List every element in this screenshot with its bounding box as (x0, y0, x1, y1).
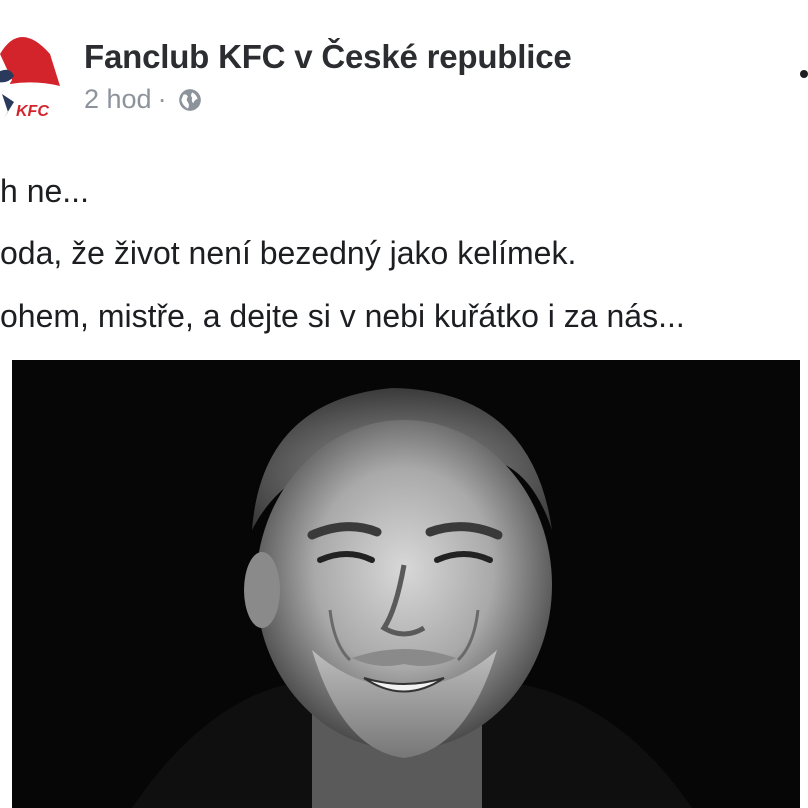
separator-dot: · (157, 84, 167, 114)
portrait-image (12, 360, 800, 808)
kfc-logo-icon: KFC (0, 37, 60, 120)
page-name-link[interactable]: Fanclub KFC v České republice (84, 38, 572, 76)
post-header: Fanclub KFC v České republice 2 hod · (84, 38, 572, 115)
post-meta: 2 hod · (84, 84, 572, 115)
post-time[interactable]: 2 hod (84, 84, 152, 115)
post-photo[interactable] (12, 360, 800, 808)
post-line-2: oda, že život není bezedný jako kelímek. (0, 235, 577, 272)
globe-icon (178, 88, 201, 111)
post-message: h ne... oda, že život není bezedný jako … (0, 160, 808, 347)
post-line-3: ohem, mistře, a dejte si v nebi kuřátko … (0, 297, 685, 334)
post-line-1: h ne... (0, 173, 89, 209)
avatar[interactable]: KFC (0, 24, 62, 128)
svg-text:KFC: KFC (16, 103, 49, 120)
more-options-icon[interactable] (800, 70, 808, 78)
